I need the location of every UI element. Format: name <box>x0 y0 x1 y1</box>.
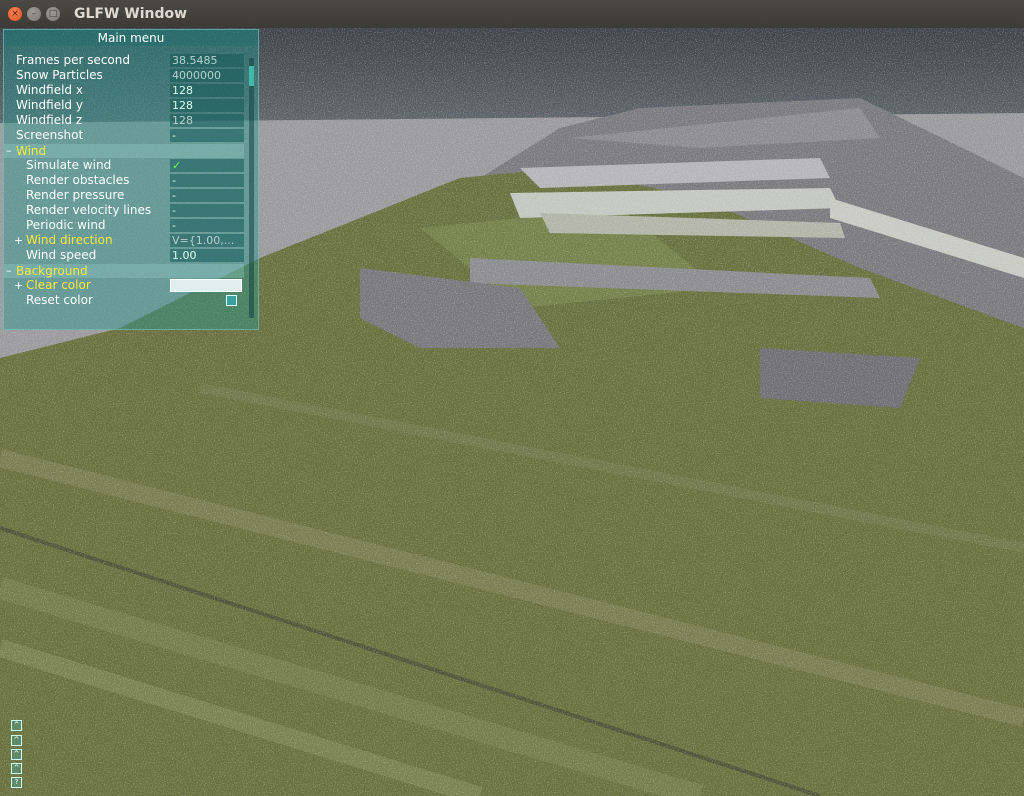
row-snow-particles: Snow Particles 4000000 <box>4 68 244 83</box>
row-label: Reset color <box>26 293 93 307</box>
help-button[interactable]: ? <box>11 777 22 788</box>
panel-scrollbar[interactable] <box>249 58 254 318</box>
periodic-wind-checkbox[interactable]: - <box>170 219 244 232</box>
simulate-wind-checkbox[interactable]: ✓ <box>170 159 244 172</box>
row-clear-color[interactable]: + Clear color <box>4 278 244 293</box>
row-label: Windfield y <box>16 98 83 112</box>
minimized-bar-button[interactable]: ^ <box>11 763 22 774</box>
scrollbar-thumb[interactable] <box>249 66 254 86</box>
row-label: Frames per second <box>16 53 130 67</box>
window-titlebar: × – □ GLFW Window <box>0 0 1024 28</box>
row-label: Simulate wind <box>26 158 112 172</box>
close-icon: × <box>11 9 19 19</box>
render-velocity-lines-checkbox[interactable]: - <box>170 204 244 217</box>
wind-speed-field[interactable]: 1.00 <box>170 249 244 262</box>
group-label: Background <box>16 264 88 278</box>
row-value[interactable]: 128 <box>170 84 244 97</box>
row-label: Periodic wind <box>26 218 106 232</box>
minimized-bar-button[interactable]: ^ <box>11 749 22 760</box>
collapse-icon[interactable]: – <box>6 264 12 277</box>
reset-color-button[interactable] <box>226 295 237 306</box>
row-label: Clear color <box>26 278 91 292</box>
row-fps: Frames per second 38.5485 <box>4 53 244 68</box>
group-background[interactable]: – Background <box>4 264 244 278</box>
row-label: Wind direction <box>26 233 113 247</box>
expand-icon[interactable]: + <box>14 233 23 248</box>
row-render-pressure[interactable]: Render pressure - <box>4 188 244 203</box>
collapse-icon[interactable]: – <box>6 144 12 157</box>
row-windfield-z[interactable]: Windfield z 128 <box>4 113 244 128</box>
row-windfield-y[interactable]: Windfield y 128 <box>4 98 244 113</box>
minimize-button[interactable]: – <box>27 7 41 21</box>
maximize-button[interactable]: □ <box>46 7 60 21</box>
row-value[interactable]: 128 <box>170 114 244 127</box>
group-label: Wind <box>16 144 47 158</box>
render-obstacles-checkbox[interactable]: - <box>170 174 244 187</box>
group-wind[interactable]: – Wind <box>4 144 244 158</box>
panel-title[interactable]: Main menu <box>4 30 258 46</box>
expand-icon[interactable]: + <box>14 278 23 293</box>
row-label: Windfield z <box>16 113 83 127</box>
row-label: Render velocity lines <box>26 203 152 217</box>
wind-direction-value[interactable]: V={1.00,... <box>170 234 244 247</box>
row-periodic-wind[interactable]: Periodic wind - <box>4 218 244 233</box>
screenshot-button[interactable]: - <box>170 129 244 142</box>
row-value: 4000000 <box>170 69 244 82</box>
maximize-icon: □ <box>48 9 58 19</box>
minimized-bar-button[interactable]: ^ <box>11 720 22 731</box>
row-label: Wind speed <box>26 248 97 262</box>
row-value[interactable]: 128 <box>170 99 244 112</box>
render-pressure-checkbox[interactable]: - <box>170 189 244 202</box>
row-screenshot[interactable]: Screenshot - <box>4 128 244 143</box>
row-label: Snow Particles <box>16 68 103 82</box>
row-simulate-wind[interactable]: Simulate wind ✓ <box>4 158 244 173</box>
row-value: 38.5485 <box>170 54 244 67</box>
row-wind-speed[interactable]: Wind speed 1.00 <box>4 248 244 263</box>
row-label: Screenshot <box>16 128 84 142</box>
minimized-bar-button[interactable]: ^ <box>11 735 22 746</box>
row-label: Windfield x <box>16 83 83 97</box>
row-label: Render pressure <box>26 188 125 202</box>
window-title: GLFW Window <box>74 6 188 22</box>
clear-color-swatch[interactable] <box>170 279 242 292</box>
row-render-obstacles[interactable]: Render obstacles - <box>4 173 244 188</box>
row-reset-color[interactable]: Reset color <box>4 293 244 308</box>
row-render-velocity-lines[interactable]: Render velocity lines - <box>4 203 244 218</box>
close-button[interactable]: × <box>8 7 22 21</box>
main-menu-panel[interactable]: Main menu Frames per second 38.5485 Snow… <box>3 29 259 330</box>
row-windfield-x[interactable]: Windfield x 128 <box>4 83 244 98</box>
row-wind-direction[interactable]: + Wind direction V={1.00,... <box>4 233 244 248</box>
minimize-icon: – <box>31 9 37 19</box>
row-label: Render obstacles <box>26 173 130 187</box>
